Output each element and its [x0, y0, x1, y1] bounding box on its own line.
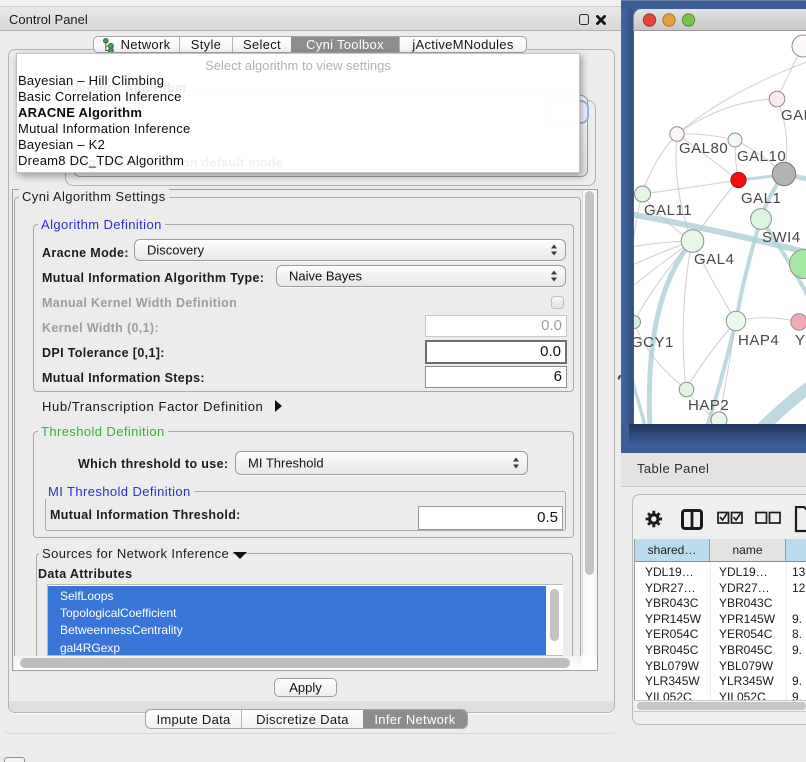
svg-text:SWI4: SWI4 [762, 229, 801, 246]
svg-text:Y: Y [795, 332, 806, 349]
svg-text:GAL80: GAL80 [781, 107, 806, 124]
svg-text:GAL80: GAL80 [679, 140, 728, 157]
svg-text:HAP2: HAP2 [688, 397, 729, 414]
svg-text:HAP4: HAP4 [738, 332, 779, 349]
svg-text:GAL4: GAL4 [694, 251, 734, 268]
svg-text:GAL11: GAL11 [644, 202, 692, 219]
svg-text:GCY1: GCY1 [634, 334, 674, 351]
svg-text:GAL10: GAL10 [737, 148, 786, 165]
svg-text:GAL1: GAL1 [741, 190, 781, 207]
